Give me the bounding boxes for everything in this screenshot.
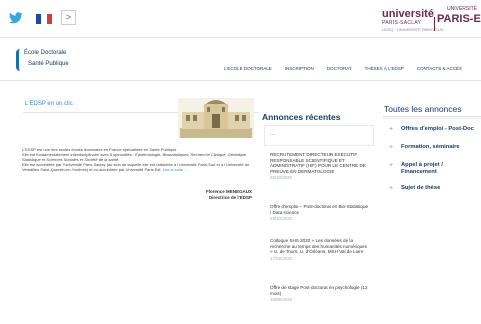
language-dropdown-button[interactable]: > <box>61 10 76 25</box>
announcement-title[interactable]: RECRUTEMENT DIRECTEUR EXECUTIF RESPONSAB… <box>270 152 370 174</box>
intro-paragraph-3: Elle est accréditée par l'Université Par… <box>22 162 250 172</box>
university-logo[interactable]: université PARIS-SACLAY UVSQ · UNIVERSIT… <box>382 5 481 35</box>
twitter-icon[interactable] <box>9 12 23 24</box>
logo-paris-est-text: PARIS-EST <box>437 13 481 25</box>
read-more-link[interactable]: Lire la suite ... <box>163 167 188 172</box>
nav-links: L'ECOLE DOCTORALE INSCRIPTION DOCTORAT THÈS… <box>224 57 475 71</box>
divider <box>383 118 481 119</box>
intro-text: L'EDSP est une des seules écoles doctora… <box>22 147 258 172</box>
category-label[interactable]: Offres d'emploi - Post-Doc <box>401 126 474 133</box>
brand-mark-icon <box>16 49 23 71</box>
plus-icon: + <box>389 162 394 169</box>
france-flag-icon[interactable] <box>36 14 52 24</box>
announcement-date: 10/05/2020 <box>270 297 292 303</box>
brand-line2[interactable]: Santé Publique <box>28 61 69 68</box>
plus-icon: + <box>389 185 394 192</box>
announcement-title[interactable]: Offre d'emploi – Post-doctorat en Bio-St… <box>270 204 370 215</box>
logo-universite-text: UNIVERSITÉ <box>447 6 478 12</box>
nav-link-inscription[interactable]: INSCRIPTION <box>285 66 314 72</box>
divider <box>383 116 481 117</box>
nav-link-contacts[interactable]: CONTACTS & ACCÈS <box>417 66 462 72</box>
nav-link-doctorat[interactable]: DOCTORAT <box>327 66 352 72</box>
announcement-title[interactable]: Offre de stage Post-doctorat en psycholo… <box>270 285 370 296</box>
logo-divider <box>434 17 435 31</box>
announcement-title[interactable]: Colloque SHS 2020 « Les données de la re… <box>270 238 370 255</box>
category-label[interactable]: Sujet de thèse <box>401 185 440 192</box>
recent-announcements-title: Annonces récentes <box>262 112 341 122</box>
signature-role: Directrice de l'EDSP <box>208 195 252 200</box>
plus-icon: + <box>389 126 394 133</box>
announcement-item[interactable]: Offre d'emploi – Post-doctorat en Bio-St… <box>270 204 370 222</box>
logo-paris-saclay-text: PARIS-SACLAY <box>382 20 422 26</box>
category-label[interactable]: Appel à projet / Financement <box>401 162 461 176</box>
section-title-edsp: L'EDSP en un clic <box>25 101 73 107</box>
announcement-date: 29/10/2020 <box>270 175 292 181</box>
category-offres-emploi[interactable]: + Offres d'emploi - Post-Doc <box>383 126 481 136</box>
category-sujet-these[interactable]: + Sujet de thèse <box>383 185 481 195</box>
main-nav: École Doctorale Santé Publique L'ECOLE D… <box>0 37 481 81</box>
announcement-date: 17/02/2020 <box>270 255 292 261</box>
category-appel-projet[interactable]: + Appel à projet / Financement <box>383 162 481 178</box>
category-label[interactable]: Formation, séminaire <box>401 144 460 151</box>
category-formation[interactable]: + Formation, séminaire <box>383 144 481 154</box>
brand-line1[interactable]: École Doctorale <box>24 50 66 57</box>
all-announcements-title: Toutes les annonces <box>384 104 462 114</box>
announcement-date: 29/10/2020 <box>270 216 292 222</box>
announcement-item[interactable]: Offre de stage Post-doctorat en psycholo… <box>270 285 370 303</box>
nav-link-ecole-doctorale[interactable]: L'ECOLE DOCTORALE <box>224 66 272 72</box>
logo-university-text: université <box>382 8 434 20</box>
announcement-filter-select[interactable]: -- <box>264 125 374 146</box>
plus-icon: + <box>389 144 394 151</box>
filter-placeholder: -- <box>271 132 275 138</box>
announcement-item[interactable]: RECRUTEMENT DIRECTEUR EXECUTIF RESPONSAB… <box>270 152 370 181</box>
chevron-right-icon: > <box>65 12 72 22</box>
flag-stripe <box>46 14 52 24</box>
building-image <box>178 98 254 138</box>
nav-link-theses[interactable]: THÈSES À L'EDSP <box>365 66 404 72</box>
announcement-item[interactable]: Colloque SHS 2020 « Les données de la re… <box>270 238 370 262</box>
